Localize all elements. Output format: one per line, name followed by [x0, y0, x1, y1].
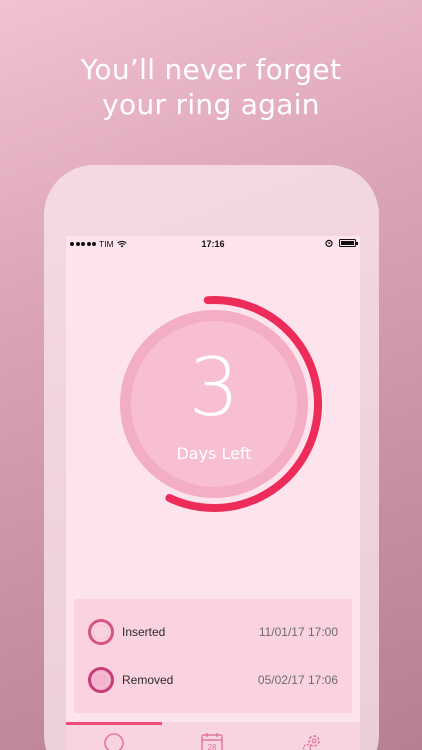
ring-removed-icon [88, 667, 114, 693]
event-row-removed[interactable]: Removed 05/02/17 17:06 [74, 665, 352, 695]
days-left-value: 3 [188, 341, 240, 434]
event-date: 05/02/17 17:06 [257, 673, 338, 687]
ring-tab-icon[interactable] [102, 731, 126, 750]
headline-line-2: your ring again [102, 88, 320, 121]
calendar-tab-icon[interactable]: 28 [200, 731, 224, 750]
headline: You’ll never forget your ring again [0, 52, 422, 122]
event-date: 11/01/17 17:00 [258, 625, 338, 639]
event-name: Removed [122, 673, 174, 687]
active-tab-indicator [66, 722, 162, 725]
events-card: Inserted 11/01/17 17:00 Removed 05/02/17… [74, 599, 352, 713]
days-left-label: Days Left [176, 444, 252, 463]
ring-inserted-icon [88, 619, 114, 645]
calendar-tab-label: 28 [208, 743, 217, 750]
app-screen: TIM 17:16 3 Days Left Inserted 11/01/17 … [66, 236, 360, 750]
event-row-inserted[interactable]: Inserted 11/01/17 17:00 [74, 617, 352, 647]
event-name: Inserted [122, 625, 166, 639]
tab-bar: 28 [66, 722, 360, 750]
headline-line-1: You’ll never forget [80, 53, 342, 86]
settings-tab-icon[interactable] [300, 731, 324, 750]
